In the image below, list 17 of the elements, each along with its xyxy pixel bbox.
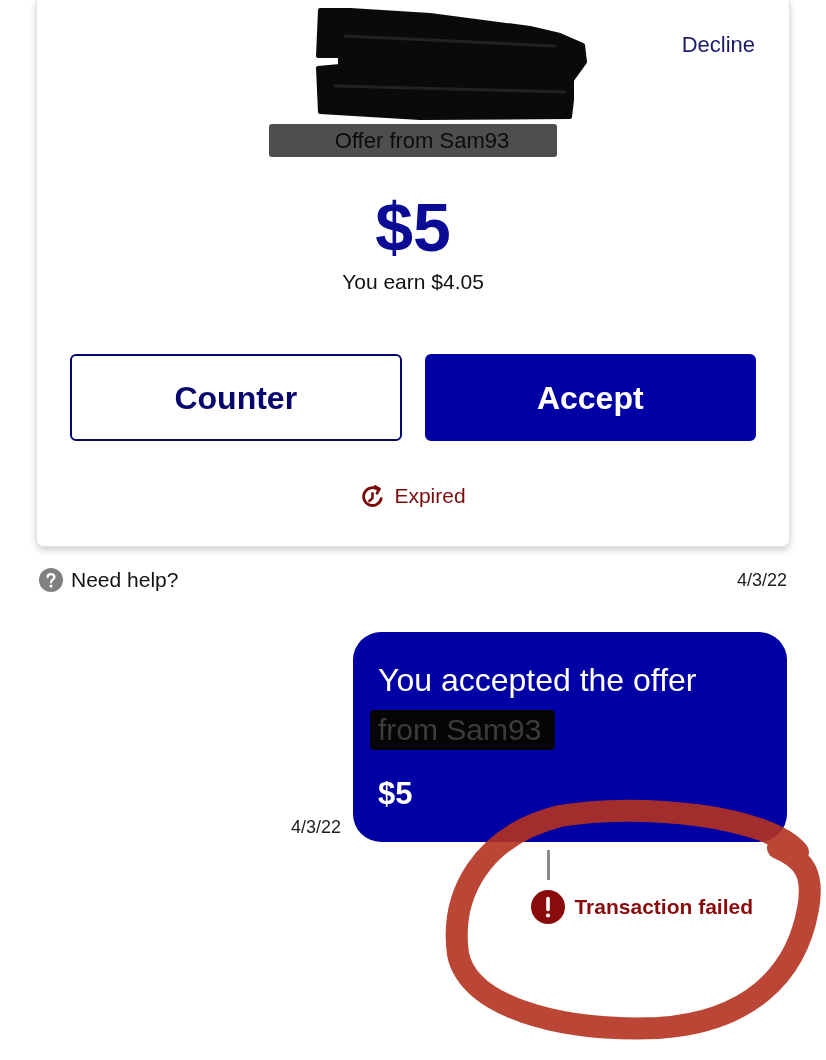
offer-from-text: Offer from Sam93 xyxy=(334,128,510,153)
connector-line xyxy=(546,850,550,880)
error-icon xyxy=(531,890,566,924)
offer-price: $5 xyxy=(375,193,451,261)
earnings-text: You earn $4.05 xyxy=(342,269,484,295)
clock-icon xyxy=(360,483,386,509)
need-help-link[interactable]: Need help? xyxy=(71,567,179,593)
message-text: You accepted the offer xyxy=(378,661,698,700)
date-text: 4/3/22 xyxy=(736,569,787,591)
transaction-failed-text: Transaction failed xyxy=(574,894,753,920)
help-icon xyxy=(39,568,63,592)
counter-button[interactable]: Counter xyxy=(70,354,402,441)
message-amount: $5 xyxy=(378,776,414,812)
message-date: 4/3/22 xyxy=(290,816,341,838)
expired-status: Expired xyxy=(394,483,466,509)
accept-button[interactable]: Accept xyxy=(424,354,756,441)
decline-link[interactable]: Decline xyxy=(681,32,755,58)
